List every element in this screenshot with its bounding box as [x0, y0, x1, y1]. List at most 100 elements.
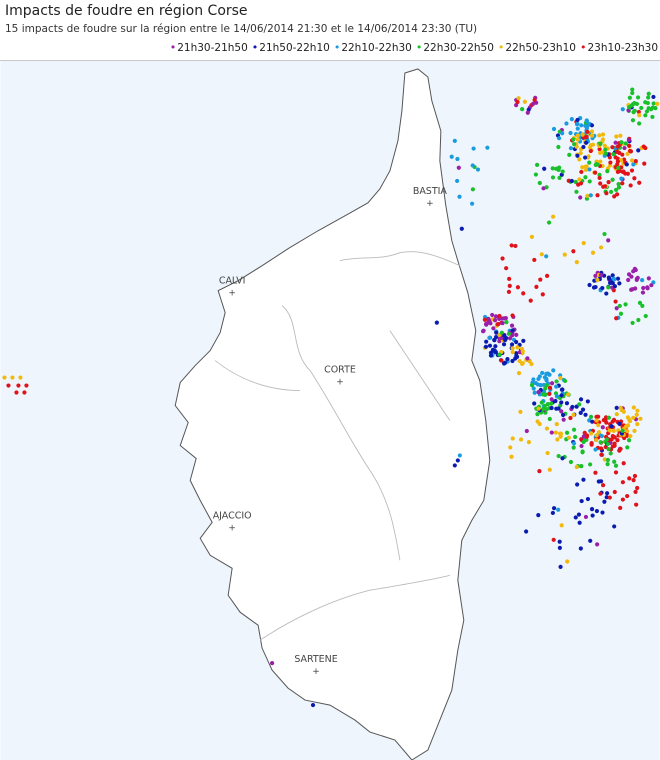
lightning-strike [10, 375, 15, 380]
legend-label: 21h30-21h50 [177, 41, 248, 54]
lightning-strike [509, 454, 514, 459]
lightning-strike [484, 339, 489, 344]
lightning-strike [579, 498, 584, 504]
lightning-strike [538, 277, 543, 282]
legend-item-3: • 22h30-22h50 [416, 41, 494, 54]
lightning-strike [568, 415, 573, 421]
lightning-strike [493, 344, 498, 349]
legend-item-2: • 22h10-22h30 [334, 41, 412, 54]
lightning-strike [580, 132, 585, 137]
lightning-strike [594, 437, 599, 443]
lightning-strike [628, 433, 633, 439]
corsica-map[interactable]: BASTIA + CALVI + CORTE + AJACCIO + SARTENE + [0, 60, 660, 760]
city-marker-icon: + [228, 289, 236, 299]
lightning-strike [503, 337, 508, 342]
lightning-strike [604, 437, 609, 442]
lightning-strike [607, 495, 612, 500]
lightning-strike [550, 175, 556, 180]
legend-label: 21h50-22h10 [259, 41, 330, 54]
lightning-strike [532, 390, 537, 395]
lightning-strike [613, 299, 618, 304]
lightning-strike [617, 281, 622, 286]
lightning-strike [623, 302, 628, 307]
lightning-strike [612, 277, 617, 282]
lightning-strike [631, 478, 636, 483]
lightning-strike [572, 142, 577, 147]
lightning-strike [455, 178, 460, 184]
lightning-strike [606, 238, 611, 243]
lightning-strike [529, 234, 535, 239]
lightning-strike [626, 277, 631, 283]
lightning-strike [459, 226, 464, 231]
lightning-strike [598, 141, 603, 146]
lightning-strike [603, 151, 608, 156]
lightning-strike [612, 489, 617, 495]
lightning-strike [452, 463, 457, 468]
lightning-strike [510, 313, 515, 318]
lightning-strike [646, 95, 651, 100]
lightning-strike [509, 243, 514, 248]
lightning-strike [634, 412, 639, 417]
lightning-strike [456, 165, 461, 170]
lightning-strike [595, 277, 600, 283]
lightning-strike [634, 502, 639, 507]
lightning-strike [588, 148, 593, 154]
lightning-strike [557, 545, 562, 551]
lightning-strike [651, 101, 656, 106]
lightning-strike [601, 184, 606, 189]
lightning-strike [649, 283, 654, 288]
lightning-strike [590, 419, 595, 424]
lightning-strike [510, 436, 515, 441]
lightning-strike [540, 370, 545, 376]
lightning-strike [589, 442, 594, 447]
lightning-strike [516, 371, 522, 376]
lightning-strike [643, 313, 648, 319]
lightning-strike [646, 276, 651, 281]
lightning-strike [631, 269, 636, 274]
lightning-strike [556, 144, 561, 150]
lightning-strike [556, 167, 561, 172]
lightning-strike [625, 445, 630, 450]
lightning-strike [532, 97, 537, 103]
lightning-strike [553, 430, 558, 435]
time-legend: • 21h30-21h50 • 21h50-22h10 • 22h10-22h30 •… [170, 41, 658, 54]
lightning-strike [549, 430, 554, 435]
lightning-strike [632, 473, 638, 479]
lightning-strike [613, 463, 619, 468]
lightning-strike [618, 311, 624, 316]
lightning-strike [625, 493, 630, 499]
lightning-strike [619, 140, 624, 145]
map-header: Impacts de foudre en région Corse 15 imp… [0, 0, 660, 60]
lightning-strike [535, 162, 540, 167]
lightning-strike [581, 434, 586, 439]
lightning-strike [620, 107, 625, 112]
lightning-strike [594, 414, 599, 419]
lightning-strike [594, 418, 599, 423]
lightning-strike [579, 123, 584, 128]
lightning-strike [559, 400, 564, 405]
lightning-strike [434, 320, 439, 325]
lightning-strike [632, 428, 637, 433]
lightning-strike [614, 405, 619, 411]
lightning-strike [621, 169, 626, 174]
lightning-strike [583, 412, 588, 417]
lightning-strike [575, 117, 580, 123]
lightning-strike [633, 489, 638, 494]
map-title: Impacts de foudre en région Corse [5, 3, 248, 19]
lightning-strike [598, 272, 604, 278]
lightning-strike [564, 430, 570, 435]
lightning-strike [269, 661, 275, 666]
lightning-strike [587, 179, 592, 184]
lightning-strike [627, 476, 632, 481]
city-marker-icon: + [426, 199, 434, 209]
city-label-ajaccio: AJACCIO [213, 510, 252, 521]
lightning-strike [607, 428, 612, 433]
lightning-strike [501, 342, 507, 347]
lightning-strike [599, 433, 605, 439]
lightning-strike [569, 178, 574, 184]
lightning-strike [627, 418, 633, 424]
lightning-strike [550, 166, 555, 171]
lightning-strike [614, 134, 619, 139]
lightning-strike [475, 167, 481, 172]
lightning-strike [517, 358, 522, 364]
